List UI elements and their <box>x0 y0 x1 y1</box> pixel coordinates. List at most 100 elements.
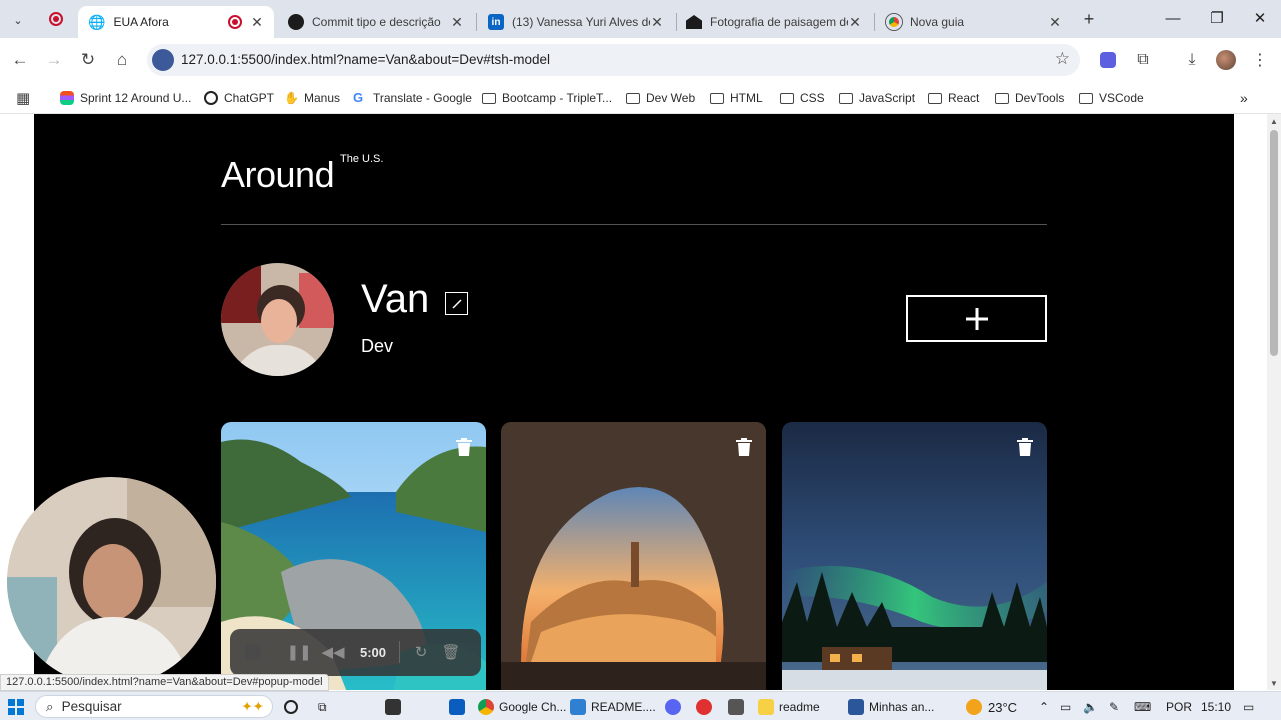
trash-icon[interactable] <box>456 438 472 456</box>
back-button[interactable]: ← <box>6 46 34 74</box>
menu-icon[interactable]: ⋮ <box>1247 47 1273 73</box>
volume-icon[interactable]: 🔈 <box>1083 696 1098 718</box>
stop-button[interactable] <box>242 641 264 663</box>
bookmark-devtools[interactable]: DevTools <box>995 87 1064 109</box>
logo: Around <box>221 154 335 195</box>
tab-linkedin[interactable]: in (13) Vanessa Yuri Alves de ✕ <box>478 6 674 38</box>
bookmark-star-icon[interactable]: ☆ <box>1055 49 1070 69</box>
pause-button[interactable]: ❚❚ <box>286 641 311 663</box>
close-icon[interactable]: ✕ <box>848 14 862 31</box>
weather-widget[interactable]: 23°C <box>966 696 1017 718</box>
address-bar[interactable]: 127.0.0.1:5500/index.html?name=Van&about… <box>147 44 1080 76</box>
chrome-icon <box>478 699 494 715</box>
edit-profile-button[interactable] <box>445 292 468 315</box>
taskbar-vscode[interactable]: README.... <box>570 696 656 718</box>
profile-about: Dev <box>361 336 394 356</box>
taskbar-word[interactable]: Minhas an... <box>848 696 934 718</box>
card-image[interactable] <box>782 422 1047 690</box>
profile-name: Van <box>361 277 430 321</box>
reload-button[interactable]: ↻ <box>74 46 102 74</box>
language-indicator[interactable]: POR <box>1166 696 1192 718</box>
address-url[interactable]: 127.0.0.1:5500/index.html?name=Van&about… <box>181 52 550 67</box>
bookmark-label: DevTools <box>1015 91 1065 105</box>
folder-icon <box>1079 92 1093 104</box>
google-icon: G <box>353 90 364 105</box>
bookmark-label: VSCode <box>1099 91 1144 105</box>
trash-icon[interactable] <box>736 438 752 456</box>
home-button[interactable]: ⌂ <box>108 46 136 74</box>
place-card[interactable] <box>501 422 766 690</box>
scroll-up-icon[interactable]: ▲ <box>1270 117 1278 126</box>
tab-commit[interactable]: Commit tipo e descrição ✕ <box>278 6 474 38</box>
bookmark-bootcamp[interactable]: Bootcamp - TripleT... <box>482 87 612 109</box>
bookmark-javascript[interactable]: JavaScript <box>839 87 915 109</box>
tab-nova-guia[interactable]: Nova guia ✕ <box>876 6 1072 38</box>
puzzle-icon[interactable]: ⧉ <box>1130 47 1156 73</box>
scroll-down-icon[interactable]: ▼ <box>1270 679 1278 688</box>
add-card-button[interactable] <box>906 295 1047 342</box>
place-card[interactable] <box>782 422 1047 690</box>
keyboard-icon[interactable]: ⌨ <box>1134 696 1151 718</box>
clock[interactable]: 15:10 <box>1201 696 1231 718</box>
scrollbar-thumb[interactable] <box>1270 130 1278 356</box>
github-icon <box>288 14 304 30</box>
start-button[interactable] <box>8 696 24 718</box>
record-indicator-icon[interactable] <box>49 12 63 26</box>
minimize-button[interactable]: — <box>1151 0 1195 36</box>
close-icon[interactable]: ✕ <box>1048 14 1062 31</box>
profile-avatar-image[interactable] <box>221 263 334 376</box>
bookmark-label: Manus <box>304 91 341 105</box>
forward-button[interactable]: → <box>40 46 68 74</box>
extension-icon[interactable] <box>1095 47 1121 73</box>
tab-eua-afora[interactable]: 🌐 EUA Afora ✕ <box>78 6 274 38</box>
taskbar-chrome[interactable]: Google Ch... <box>478 696 566 718</box>
bookmark-html[interactable]: HTML <box>710 87 763 109</box>
tab-title: EUA Afora <box>113 15 169 29</box>
site-info-icon[interactable] <box>152 49 174 71</box>
battery-icon[interactable]: ▭ <box>1060 696 1071 718</box>
apps-grid-icon[interactable]: ▦ <box>16 87 30 109</box>
youtube-icon[interactable] <box>696 696 712 718</box>
tray-chevron-icon[interactable]: ⌃ <box>1039 696 1049 718</box>
calculator-icon[interactable] <box>728 696 744 718</box>
close-icon[interactable]: ✕ <box>250 14 264 31</box>
bookmark-chatgpt[interactable]: ChatGPT <box>204 87 274 109</box>
discord-icon[interactable] <box>665 696 681 718</box>
figma-icon <box>60 91 74 105</box>
bookmark-css[interactable]: CSS <box>780 87 825 109</box>
more-bookmarks-icon[interactable]: » <box>1240 87 1248 109</box>
cortana-icon[interactable] <box>284 696 298 718</box>
taskbar-search[interactable]: ⌕ Pesquisar ✦✦ <box>35 695 273 718</box>
task-view-icon[interactable]: ⧉ <box>318 696 327 718</box>
webcam-overlay <box>7 477 216 686</box>
bookmark-devweb[interactable]: Dev Web <box>626 87 695 109</box>
pen-icon[interactable]: ✎ <box>1109 696 1119 718</box>
notification-icon[interactable]: ▭ <box>1243 696 1254 718</box>
trash-icon[interactable] <box>1017 438 1033 456</box>
search-placeholder: Pesquisar <box>61 699 122 714</box>
profile-avatar[interactable] <box>1213 47 1239 73</box>
around-page: Around The U.S. Van Dev <box>34 114 1234 690</box>
bookmark-vscode[interactable]: VSCode <box>1079 87 1144 109</box>
rewind-button[interactable]: ◀◀ <box>321 641 344 663</box>
close-icon[interactable]: ✕ <box>650 14 664 31</box>
windows-icon <box>8 699 24 715</box>
restore-button[interactable]: ❐ <box>1195 0 1239 36</box>
bookmark-sprint[interactable]: Sprint 12 Around U... <box>60 87 191 109</box>
bookmark-manus[interactable]: ✋ Manus <box>284 87 340 109</box>
bookmark-react[interactable]: React <box>928 87 979 109</box>
restart-icon[interactable]: ↻ <box>410 641 432 663</box>
close-icon[interactable]: ✕ <box>450 14 464 31</box>
tab-search-button[interactable]: ⌄ <box>6 8 30 32</box>
app-icon[interactable] <box>385 696 401 718</box>
card-image[interactable] <box>501 422 766 690</box>
download-icon[interactable]: ⤓ <box>1179 47 1205 73</box>
outlook-icon[interactable] <box>449 696 465 718</box>
close-window-button[interactable]: ✕ <box>1238 0 1281 36</box>
bookmark-translate[interactable]: G Translate - Google <box>353 87 472 109</box>
tab-fotografia[interactable]: Fotografia de paisagem de ✕ <box>676 6 872 38</box>
delete-recording-icon[interactable]: 🗑 <box>440 641 462 663</box>
page-scrollbar[interactable]: ▲ ▼ <box>1267 114 1281 690</box>
taskbar-readme[interactable]: readme <box>758 696 820 718</box>
new-tab-button[interactable]: + <box>1078 8 1100 30</box>
